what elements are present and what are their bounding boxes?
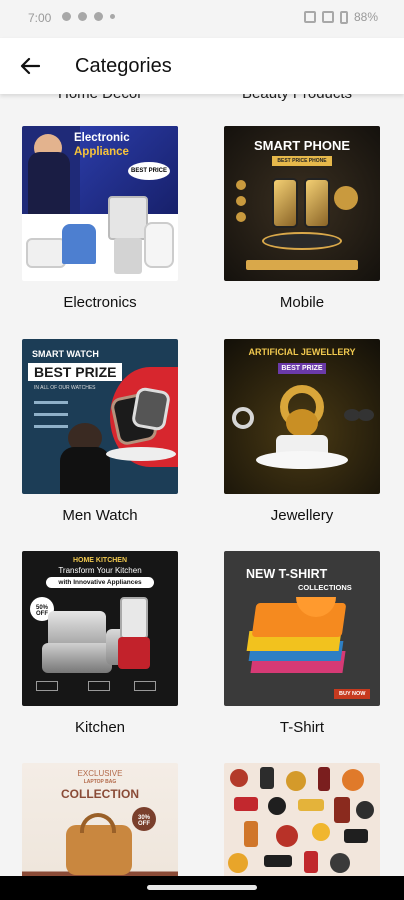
category-image-jewellery: ARTIFICIAL JEWELLERY BEST PRIZE [224, 339, 380, 494]
category-image-men-watch: SMART WATCH BEST PRIZE IN ALL OF OUR WAT… [22, 339, 178, 494]
banner-text: Transform Your Kitchen [58, 566, 142, 575]
category-label: T-Shirt [279, 719, 325, 736]
banner-text: EXCLUSIVE [77, 769, 123, 778]
wifi-icon [321, 11, 334, 23]
notification-icons [62, 12, 115, 21]
app-bar: Categories [0, 38, 404, 94]
system-icons: 88% [303, 10, 378, 24]
banner-badge: 30% OFF [132, 807, 156, 831]
notification-icon [94, 12, 103, 21]
category-label: Kitchen [74, 719, 126, 736]
banner-text: LAPTOP BAG [83, 779, 117, 785]
category-card-kitchen[interactable]: HOME KITCHEN Transform Your Kitchen with… [22, 551, 178, 736]
category-card-men-watch[interactable]: SMART WATCH BEST PRIZE IN ALL OF OUR WAT… [22, 339, 178, 524]
category-label: Jewellery [270, 507, 334, 524]
category-card-cosmetics[interactable] [224, 763, 380, 876]
category-image-t-shirt: NEW T-SHIRT COLLECTIONS BUY NOW [224, 551, 380, 706]
banner-text: IN ALL OF OUR WATCHES [34, 385, 96, 391]
more-notifications-icon [110, 14, 115, 19]
banner-text: Appliance [74, 146, 129, 158]
category-label: Men Watch [62, 507, 138, 524]
banner-text: NEW T-SHIRT [246, 567, 328, 581]
status-time: 7:00 [28, 11, 52, 25]
category-image-electronics: Electronic Appliance BEST PRICE [22, 126, 178, 281]
category-image-cosmetics [224, 763, 380, 876]
banner-text: BEST PRIZE [278, 363, 326, 374]
system-navigation-bar [0, 876, 404, 900]
notification-icon [78, 12, 87, 21]
category-card-mobile[interactable]: SMART PHONE BEST PRICE PHONE Mobile [224, 126, 380, 311]
status-bar: 7:00 88% [0, 0, 404, 38]
category-image-bags: EXCLUSIVE LAPTOP BAG COLLECTION 30% OFF [22, 763, 178, 876]
home-gesture-handle[interactable] [147, 885, 257, 890]
category-card-t-shirt[interactable]: NEW T-SHIRT COLLECTIONS BUY NOW T-Shirt [224, 551, 380, 736]
signal-icon [303, 11, 316, 23]
category-label: Electronics [63, 294, 137, 311]
battery-icon [339, 10, 348, 24]
banner-text: SMART PHONE [253, 138, 351, 153]
category-card-jewellery[interactable]: ARTIFICIAL JEWELLERY BEST PRIZE Jeweller… [224, 339, 380, 524]
banner-text: HOME KITCHEN [72, 557, 128, 564]
banner-text: COLLECTIONS [298, 583, 352, 592]
notification-icon [62, 12, 71, 21]
category-label-partial: Home Decor [58, 94, 142, 102]
banner-badge: BEST PRICE [128, 162, 171, 180]
banner-text: ARTIFICIAL JEWELLERY [248, 347, 356, 357]
banner-text: with Innovative Appliances [46, 577, 154, 588]
banner-text: SMART WATCH [32, 349, 99, 359]
battery-percent: 88% [353, 10, 378, 24]
category-label: Mobile [279, 294, 325, 311]
categories-grid[interactable]: Home Decor Beauty Products Electronic Ap… [0, 94, 404, 876]
category-card-bags[interactable]: EXCLUSIVE LAPTOP BAG COLLECTION 30% OFF [22, 763, 178, 876]
category-image-mobile: SMART PHONE BEST PRICE PHONE [224, 126, 380, 281]
banner-button: BUY NOW [334, 689, 371, 699]
category-card-electronics[interactable]: Electronic Appliance BEST PRICE Electron… [22, 126, 178, 311]
category-label-partial: Beauty Products [242, 94, 352, 102]
banner-text: BEST PRICE PHONE [272, 156, 332, 166]
category-image-kitchen: HOME KITCHEN Transform Your Kitchen with… [22, 551, 178, 706]
arrow-left-icon [20, 57, 40, 75]
banner-text: COLLECTION [61, 787, 139, 801]
banner-text: Electronic [74, 132, 130, 144]
page-title: Categories [75, 55, 172, 77]
banner-text: BEST PRIZE [28, 363, 123, 381]
back-button[interactable] [14, 50, 46, 82]
